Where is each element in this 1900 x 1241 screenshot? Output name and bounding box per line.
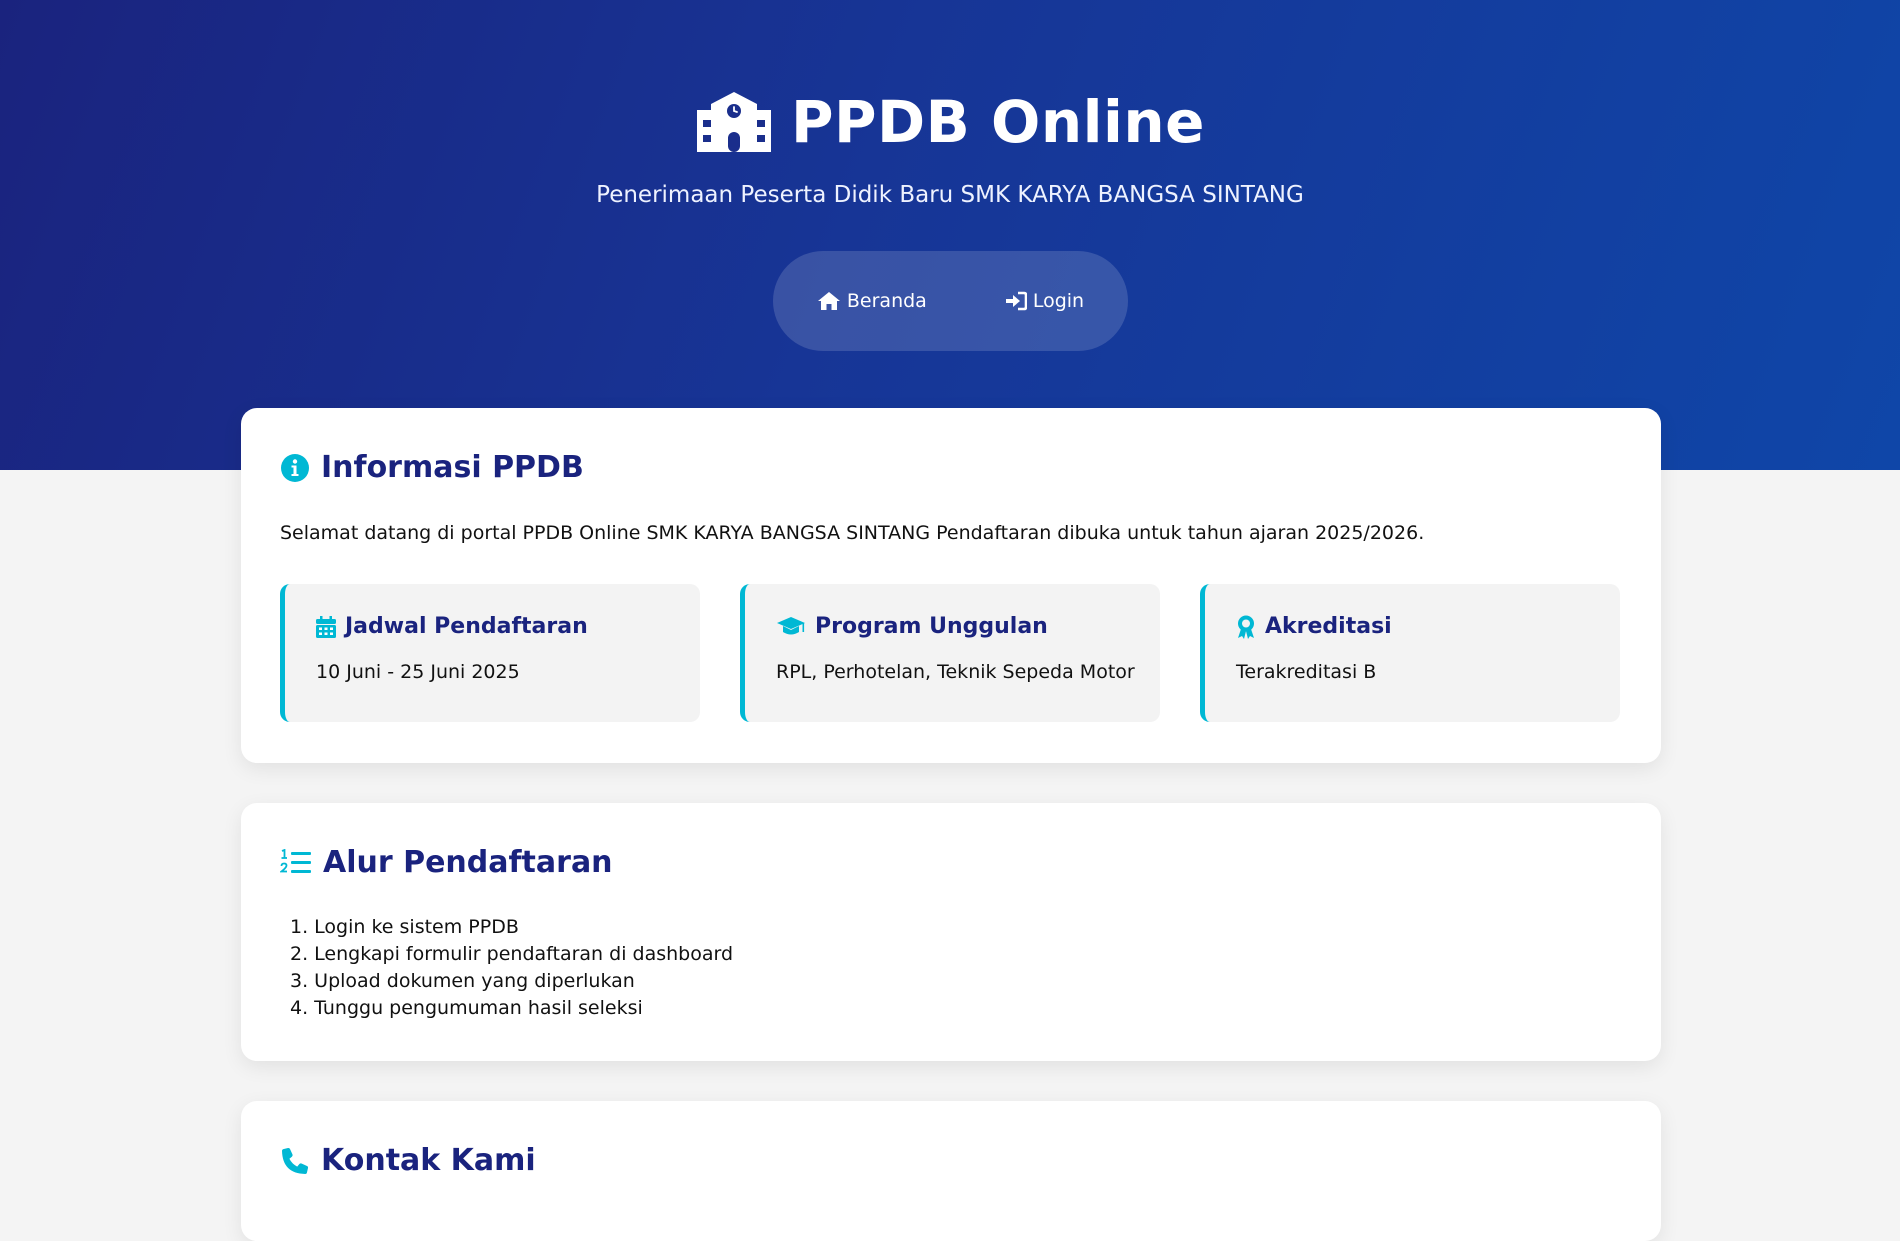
contact-heading: Kontak Kami: [280, 1143, 536, 1178]
list-item: 2. Lengkapi formulir pendaftaran di dash…: [290, 943, 734, 965]
info-box-value: 10 Juni - 25 Juni 2025: [316, 661, 520, 683]
info-boxes: Jadwal Pendaftaran 10 Juni - 25 Juni 202…: [280, 584, 1620, 722]
info-box-value: Terakreditasi B: [1236, 661, 1377, 683]
info-circle-icon: [280, 453, 310, 483]
list-item: 3. Upload dokumen yang diperlukan: [290, 970, 635, 992]
info-box-title: Jadwal Pendaftaran: [316, 614, 700, 639]
flow-heading-text: Alur Pendaftaran: [323, 845, 613, 880]
info-intro: Selamat datang di portal PPDB Online SMK…: [280, 522, 1425, 544]
info-card: Informasi PPDB Selamat datang di portal …: [241, 408, 1661, 763]
info-box-title: Program Unggulan: [776, 614, 1160, 639]
contact-heading-text: Kontak Kami: [321, 1143, 536, 1178]
contact-card: Kontak Kami: [241, 1101, 1661, 1241]
info-heading-text: Informasi PPDB: [321, 450, 584, 485]
calendar-icon: [316, 615, 336, 638]
nav-item-label: Beranda: [846, 290, 927, 312]
flow-card: Alur Pendaftaran 1. Login ke sistem PPDB…: [241, 803, 1661, 1061]
list-item: 4. Tunggu pengumuman hasil seleksi: [290, 997, 643, 1019]
flow-steps: 1. Login ke sistem PPDB 2. Lengkapi form…: [290, 914, 733, 1022]
page-subtitle: Penerimaan Peserta Didik Baru SMK KARYA …: [596, 182, 1304, 208]
nav-item-beranda[interactable]: Beranda: [817, 290, 927, 312]
school-icon: [695, 90, 773, 154]
list-item: 1. Login ke sistem PPDB: [290, 916, 519, 938]
main-nav: Beranda Login: [773, 251, 1128, 351]
ordered-list-icon: [280, 848, 312, 877]
sign-in-icon: [1005, 291, 1027, 311]
flow-heading: Alur Pendaftaran: [280, 845, 613, 880]
info-box-program: Program Unggulan RPL, Perhotelan, Teknik…: [740, 584, 1160, 722]
info-box-accreditation: Akreditasi Terakreditasi B: [1200, 584, 1620, 722]
graduation-cap-icon: [776, 616, 806, 638]
nav-item-label: Login: [1032, 290, 1085, 312]
app-title: PPDB Online: [790, 88, 1206, 156]
info-box-title-text: Akreditasi: [1265, 614, 1392, 639]
info-box-title-text: Jadwal Pendaftaran: [345, 614, 588, 639]
hero-header: PPDB Online Penerimaan Peserta Didik Bar…: [0, 0, 1900, 470]
nav-item-login[interactable]: Login: [1005, 290, 1084, 312]
info-box-title-text: Program Unggulan: [815, 614, 1048, 639]
page-title: PPDB Online: [0, 88, 1900, 156]
home-icon: [817, 291, 841, 311]
info-heading: Informasi PPDB: [280, 450, 584, 485]
info-box-title: Akreditasi: [1236, 614, 1620, 639]
award-icon: [1236, 615, 1256, 639]
info-box-schedule: Jadwal Pendaftaran 10 Juni - 25 Juni 202…: [280, 584, 700, 722]
info-box-value: RPL, Perhotelan, Teknik Sepeda Motor: [776, 661, 1135, 683]
phone-icon: [280, 1146, 310, 1176]
